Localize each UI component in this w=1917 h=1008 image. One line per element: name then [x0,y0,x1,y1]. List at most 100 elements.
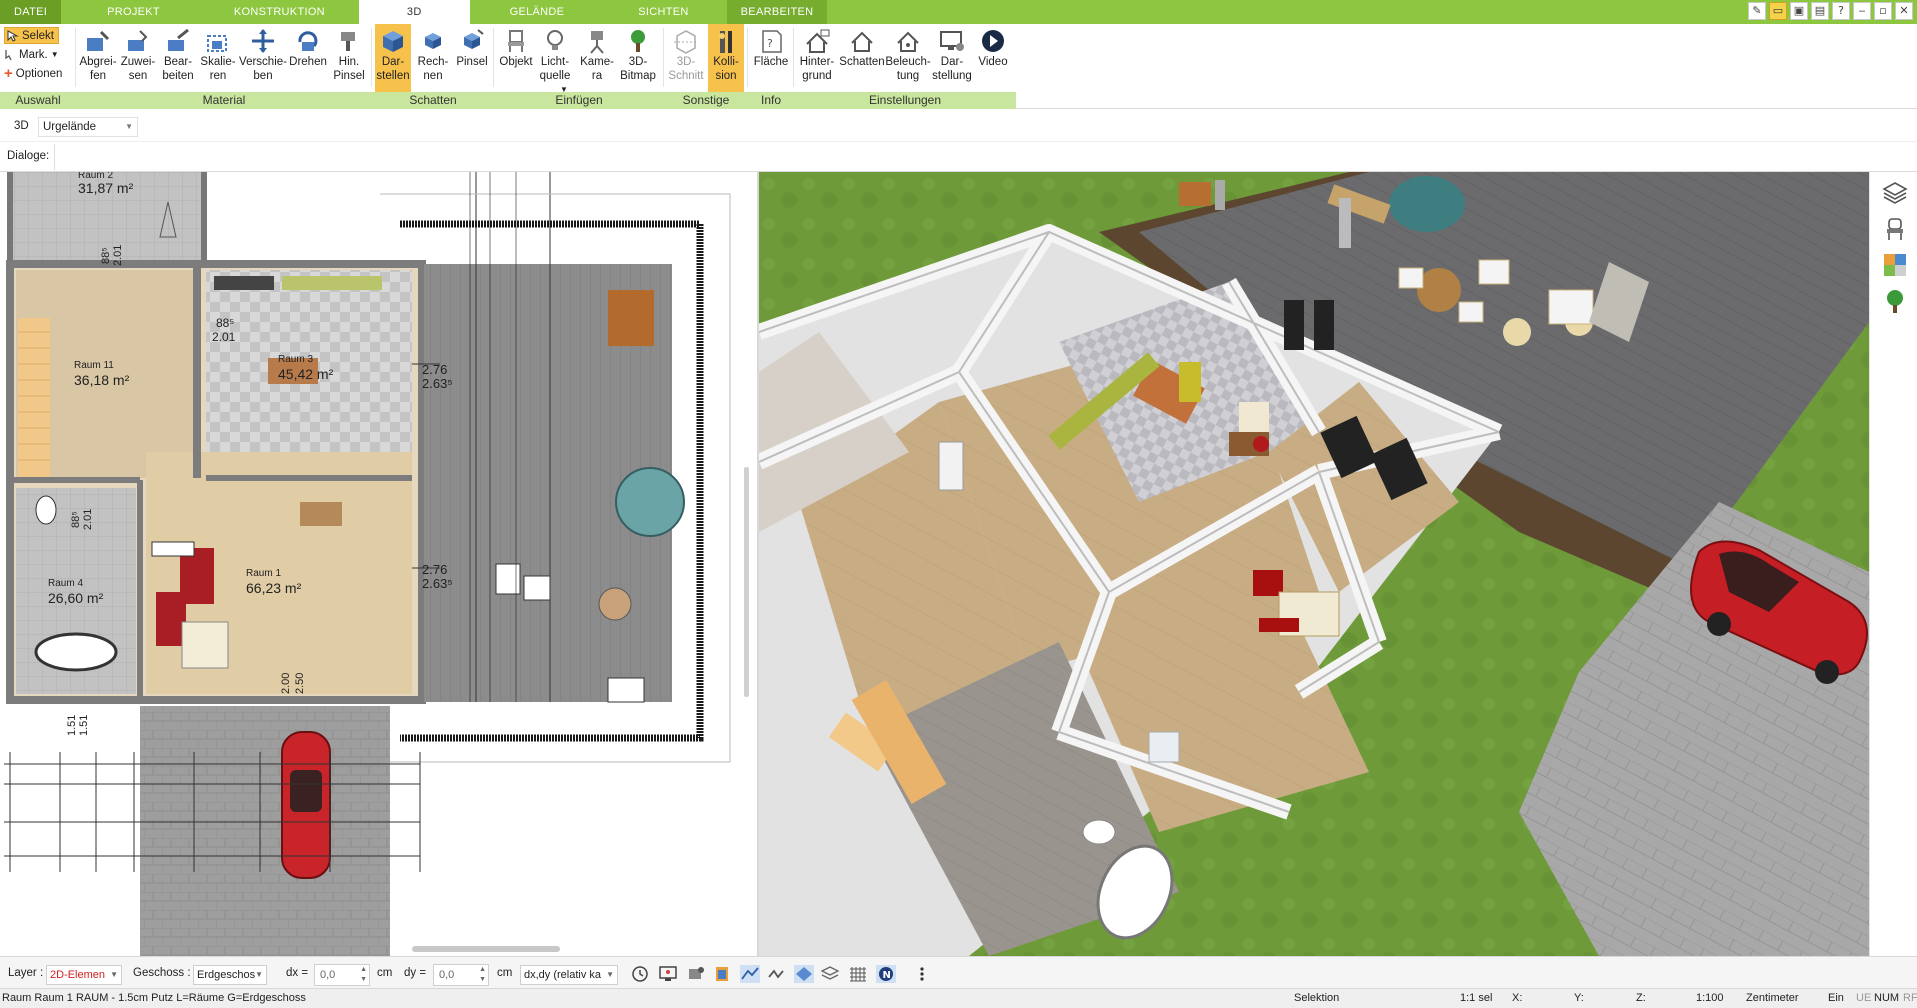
folder-icon[interactable]: ▭ [1769,2,1787,20]
drehen-button[interactable]: Drehen [288,24,328,92]
selekt-button[interactable]: Selekt [4,27,59,44]
calculate-shadow-icon [425,33,441,49]
tile-icon[interactable]: ▤ [1811,2,1829,20]
north-arrow-icon[interactable]: N [876,965,896,983]
objekt-label: Objekt [499,56,533,68]
hin-pinsel-button[interactable]: Hin. Pinsel [330,24,368,92]
skalieren-label: Skalie- ren [200,56,236,82]
rechnen-label: Rech- nen [417,56,449,82]
mark-button[interactable]: Mark. ▼ [4,46,59,63]
dialoge-label: Dialoge: [7,150,50,162]
pinsel-button[interactable]: Pinsel [454,24,490,92]
status-scale: 1:100 [1696,992,1724,1004]
walk-mode-icon[interactable] [766,965,786,983]
help-icon[interactable]: ? [1832,2,1850,20]
kollision-button[interactable]: Kolli- sion [708,24,744,92]
geschoss-dropdown[interactable]: Erdgeschos ▼ [193,965,267,985]
room-area-raum-4: 26,60 m² [48,590,104,606]
materials-icon[interactable] [1882,252,1908,278]
tab-projekt[interactable]: PROJEKT [61,0,192,24]
restore-icon[interactable]: ▫ [1874,2,1892,20]
group-schatten: Dar- stellen Rech- nen Pinsel Schatten [372,24,494,109]
darstellung-button[interactable]: Dar- stellung [932,24,972,92]
zuweisen-button[interactable]: Zuwei- sen [120,24,156,92]
tab-3d[interactable]: 3D [358,0,470,24]
3d-view[interactable] [759,172,1869,956]
schatten-button[interactable]: Schatten [839,24,885,92]
tab-datei[interactable]: DATEI [0,0,62,24]
3d-schnitt-button[interactable]: 3D- Schnitt [668,24,704,92]
dimension-label: 2.00 [280,672,292,694]
hintergrund-button[interactable]: Hinter- grund [796,24,838,92]
lichtquelle-button[interactable]: Licht- quelle ▼ [536,24,574,94]
optionen-button[interactable]: + Optionen [4,65,62,82]
coordinate-mode-dropdown[interactable]: dx,dy (relativ ka ▼ [520,965,618,985]
furniture-catalog-icon[interactable] [1882,216,1908,242]
mark-label: Mark. [19,48,48,61]
room-area-raum-11: 36,18 m² [74,372,130,388]
skalieren-button[interactable]: Skalie- ren [200,24,236,92]
chevron-down-icon: ▼ [50,50,59,59]
layer-dropdown[interactable]: 2D-Elemen ▼ [46,965,122,985]
video-button[interactable]: Video [974,24,1012,92]
verschieben-button[interactable]: Verschie- ben [239,24,287,92]
shadow-cube-icon [383,31,403,52]
dimension-label: 1.51 [78,714,90,736]
snap-line-icon[interactable] [740,965,760,983]
window-arrange-icon[interactable]: ▣ [1790,2,1808,20]
status-x-coordinate: X: [1512,992,1523,1004]
dy-input[interactable]: 0,0 ▲ ▼ [433,964,489,986]
view-selector-row: 3D Urgelände ▼ [0,112,1917,142]
grid-plane-icon[interactable] [794,965,814,983]
status-ein: Ein [1828,992,1844,1004]
dimension-label: 2.50 [294,672,306,694]
flaeche-button[interactable]: ? Fläche [753,24,789,92]
edit-material-icon [168,28,189,51]
camera-path-icon[interactable] [686,965,706,983]
dimension-label: 88⁵ [70,511,82,528]
abgreifen-button[interactable]: Abgrei- fen [79,24,117,92]
room-label-raum-3: Raum 3 [278,354,314,365]
layers-small-icon[interactable] [820,965,840,983]
beleuchtung-button[interactable]: Beleuch- tung [885,24,931,92]
close-icon[interactable]: ✕ [1895,2,1913,20]
objekt-button[interactable]: Objekt [498,24,534,92]
plants-icon[interactable] [1882,288,1908,314]
pen-icon[interactable]: ✎ [1748,2,1766,20]
monitor-icon[interactable] [658,965,678,983]
move-icon [252,29,274,53]
tab-konstruktion[interactable]: KONSTRUKTION [192,0,359,24]
bearbeiten-button[interactable]: Bear- beiten [160,24,196,92]
assign-material-icon [128,30,148,51]
terrain-dropdown[interactable]: Urgelände ▼ [38,117,138,137]
section-cut-icon [674,30,698,54]
shadow-brush-icon [464,29,484,49]
3d-bitmap-button[interactable]: 3D- Bitmap [618,24,658,92]
plan-vertical-scrollbar[interactable] [741,172,757,956]
more-options-icon[interactable] [912,965,932,983]
selekt-label: Selekt [22,29,54,42]
tab-bearbeiten[interactable]: BEARBEITEN [726,0,828,24]
3d-scene[interactable] [759,172,1869,956]
scrollbar-thumb[interactable] [744,467,749,697]
grid-icon[interactable] [848,965,868,983]
hin-pinsel-label: Hin. Pinsel [333,56,365,82]
rechnen-button[interactable]: Rech- nen [414,24,452,92]
minimize-icon[interactable]: ‒ [1853,2,1871,20]
plan-horizontal-scrollbar[interactable] [412,946,560,952]
floor-plan-drawing[interactable] [0,172,757,956]
tab-gelaende[interactable]: GELÄNDE [470,0,605,24]
darstellen-button[interactable]: Dar- stellen [375,24,411,92]
clipboard-icon[interactable] [712,965,732,983]
status-rf: RF [1903,992,1917,1004]
layers-icon[interactable] [1882,180,1908,206]
spinner-arrows-icon[interactable]: ▲ ▼ [479,965,486,985]
spinner-arrows-icon[interactable]: ▲ ▼ [360,965,367,985]
chevron-down-icon: ▼ [606,970,614,979]
floor-plan-2d-view[interactable]: Raum 2 31,87 m² Raum 11 36,18 m² Raum 3 … [0,172,757,956]
clock-icon[interactable] [630,965,650,983]
tab-sichten[interactable]: SICHTEN [604,0,726,24]
kamera-button[interactable]: Kame- ra [578,24,616,92]
group-material: Abgrei- fen Zuwei- sen Bear- beiten Skal… [76,24,372,109]
dx-input[interactable]: 0,0 ▲ ▼ [314,964,370,986]
